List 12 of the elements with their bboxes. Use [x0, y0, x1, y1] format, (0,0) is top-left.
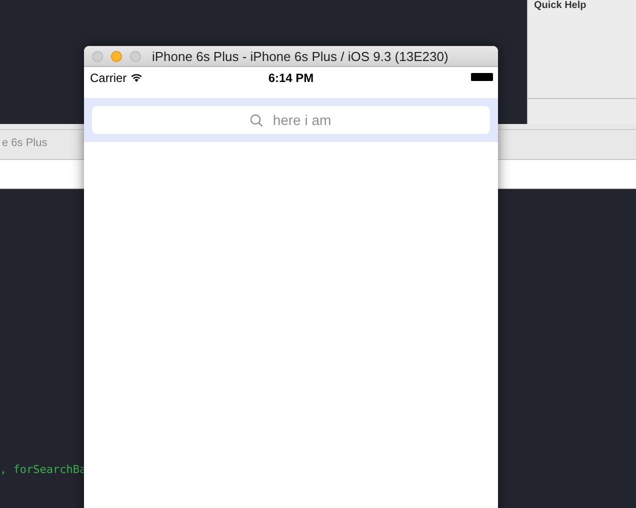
minimize-button[interactable] — [111, 50, 122, 62]
wifi-icon — [130, 73, 142, 82]
window-title: iPhone 6s Plus - iPhone 6s Plus / iOS 9.3 (13E230) — [152, 48, 448, 64]
code-text: , forSearchBa — [0, 463, 86, 476]
zoom-button[interactable] — [130, 50, 141, 62]
panel-title: Quick Help — [533, 0, 588, 12]
status-time: 6:14 PM — [267, 70, 315, 84]
battery-icon — [471, 73, 493, 81]
close-button[interactable] — [92, 50, 103, 62]
carrier-label: Carrier — [90, 70, 127, 84]
tab-label[interactable]: e 6s Plus — [2, 136, 48, 148]
search-field[interactable]: here i am — [92, 106, 490, 134]
